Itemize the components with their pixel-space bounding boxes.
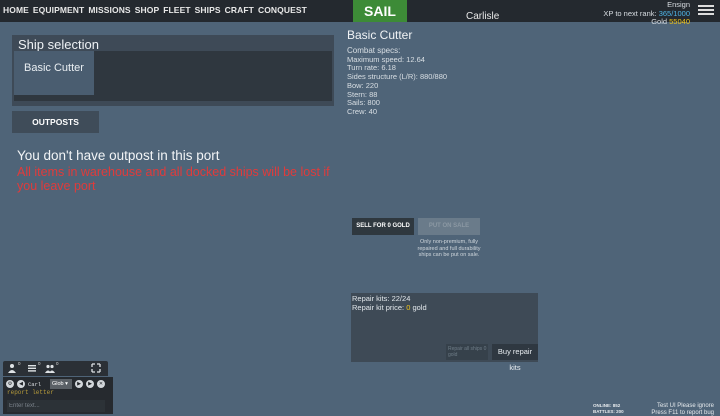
sail-button[interactable]: SAIL: [353, 0, 407, 22]
arrow-right-icon[interactable]: ▶: [75, 380, 83, 388]
chat-channel-label: Glob: [52, 381, 64, 387]
repair-price-unit: gold: [410, 303, 427, 312]
online-count: ONLINE: 852: [593, 403, 621, 408]
sale-note: Only non-premium, fully repaired and ful…: [417, 239, 481, 258]
main-nav: HOME EQUIPMENT MISSIONS SHOP FLEET SHIPS…: [3, 5, 311, 15]
repair-all-label: Repair all ships 0 gold: [448, 346, 487, 358]
test-ui-line2: Press F11 to report bug: [651, 409, 714, 416]
chat-message: report letter: [7, 389, 54, 396]
top-bar: HOME EQUIPMENT MISSIONS SHOP FLEET SHIPS…: [0, 0, 720, 26]
ship-list: Basic Cutter: [14, 51, 332, 101]
repair-all-button[interactable]: Repair all ships 0 gold: [446, 344, 488, 360]
group-badge: 0: [56, 361, 59, 366]
user-icon[interactable]: [7, 363, 17, 373]
group-icon[interactable]: [45, 363, 55, 373]
test-ui-line1: Test UI Please ignore: [656, 403, 714, 409]
chat-panel: ⚙ ◀ Carl Glob ▾ ▶ ▶ ✕ report letter: [3, 377, 113, 414]
no-outpost-message: You don't have outpost in this port: [17, 148, 220, 163]
settings-icon[interactable]: ⚙: [6, 380, 14, 388]
nav-ships[interactable]: SHIPS: [195, 5, 221, 15]
put-on-sale-button[interactable]: PUT ON SALE: [418, 218, 480, 235]
nav-shop[interactable]: SHOP: [135, 5, 160, 15]
close-icon[interactable]: ✕: [97, 380, 105, 388]
repair-kit-price: Repair kit price: 0 gold: [352, 303, 427, 312]
xp-label: XP to next rank:: [603, 8, 657, 18]
gold-line: Gold 55040: [603, 17, 690, 27]
chat-channel-select[interactable]: Glob ▾: [50, 379, 72, 389]
expand-icon[interactable]: [91, 363, 101, 373]
chat-user-name: Carl: [28, 381, 42, 388]
warehouse-warning: All items in warehouse and all docked sh…: [17, 165, 330, 193]
combat-specs: Combat specs: Maximum speed: 12.64 Turn …: [347, 46, 447, 117]
nav-craft[interactable]: CRAFT: [225, 5, 254, 15]
chat-toolbar: 0 0 0: [3, 361, 108, 376]
nav-missions[interactable]: MISSIONS: [88, 5, 130, 15]
repair-panel: Repair kits: 22/24 Repair kit price: 0 g…: [351, 293, 538, 372]
battles-count: BATTLES: 200: [593, 408, 624, 414]
repair-price-label: Repair kit price:: [352, 303, 407, 312]
ship-item-label: Basic Cutter: [24, 62, 84, 74]
outposts-button[interactable]: OUTPOSTS: [12, 111, 99, 133]
test-ui-note: Test UI Please ignore Press F11 to repor…: [651, 403, 714, 416]
buy-repair-kits-button[interactable]: Buy repair kits: [492, 344, 538, 372]
user-badge: 0: [18, 361, 21, 366]
ship-selection-panel: Ship selection Basic Cutter: [12, 35, 334, 106]
port-name: Carlisle: [466, 11, 500, 22]
online-status: ONLINE: 852 BATTLES: 200: [593, 403, 624, 414]
nav-conquest[interactable]: CONQUEST: [258, 5, 307, 15]
sell-button[interactable]: SELL FOR 0 GOLD: [352, 218, 414, 235]
repair-kits-count: Repair kits: 22/24: [352, 294, 411, 303]
gold-label: Gold: [651, 17, 668, 26]
gold-value: 55040: [669, 17, 690, 26]
ship-selection-title: Ship selection: [18, 37, 99, 52]
arrow-right-icon[interactable]: ▶: [86, 380, 94, 388]
ship-item-basic-cutter[interactable]: Basic Cutter: [14, 51, 94, 95]
rank-info: Ensign XP to next rank: 365/1000 Gold 55…: [603, 0, 690, 27]
arrow-left-icon[interactable]: ◀: [17, 380, 25, 388]
spec-crew: Crew: 40: [347, 106, 378, 116]
nav-home[interactable]: HOME: [3, 5, 29, 15]
nav-fleet[interactable]: FLEET: [163, 5, 190, 15]
list-icon[interactable]: [27, 363, 37, 373]
ship-detail-name: Basic Cutter: [347, 28, 413, 42]
chat-input[interactable]: [7, 400, 105, 412]
list-badge: 0: [38, 361, 41, 366]
nav-equipment[interactable]: EQUIPMENT: [33, 5, 84, 15]
menu-icon[interactable]: [698, 3, 714, 17]
